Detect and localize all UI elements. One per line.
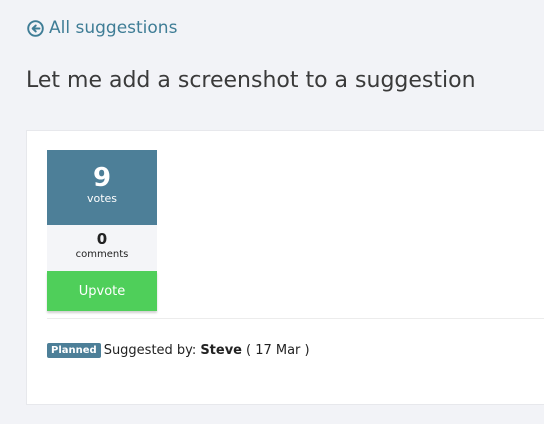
votes-box: 9 votes	[47, 150, 157, 225]
page-title: Let me add a screenshot to a suggestion	[26, 68, 476, 93]
suggestion-meta: Planned Suggested by: Steve ( 17 Mar )	[47, 343, 310, 358]
comments-count: 0	[96, 230, 108, 248]
suggestion-card: 9 votes 0 comments Upvote Planned Sugges…	[26, 130, 544, 405]
back-to-all-suggestions-link[interactable]: All suggestions	[27, 18, 177, 38]
back-link-label: All suggestions	[49, 18, 178, 38]
author-name: Steve	[200, 343, 242, 358]
comments-label: comments	[75, 249, 129, 260]
divider	[47, 318, 544, 319]
circle-arrow-left-icon	[27, 19, 44, 37]
suggestion-date: ( 17 Mar )	[246, 343, 310, 358]
comments-box: 0 comments	[47, 225, 157, 271]
upvote-button[interactable]: Upvote	[47, 271, 157, 311]
votes-count: 9	[92, 163, 112, 193]
status-badge: Planned	[47, 343, 101, 358]
suggested-by-label: Suggested by:	[103, 343, 197, 358]
votes-label: votes	[86, 192, 118, 205]
